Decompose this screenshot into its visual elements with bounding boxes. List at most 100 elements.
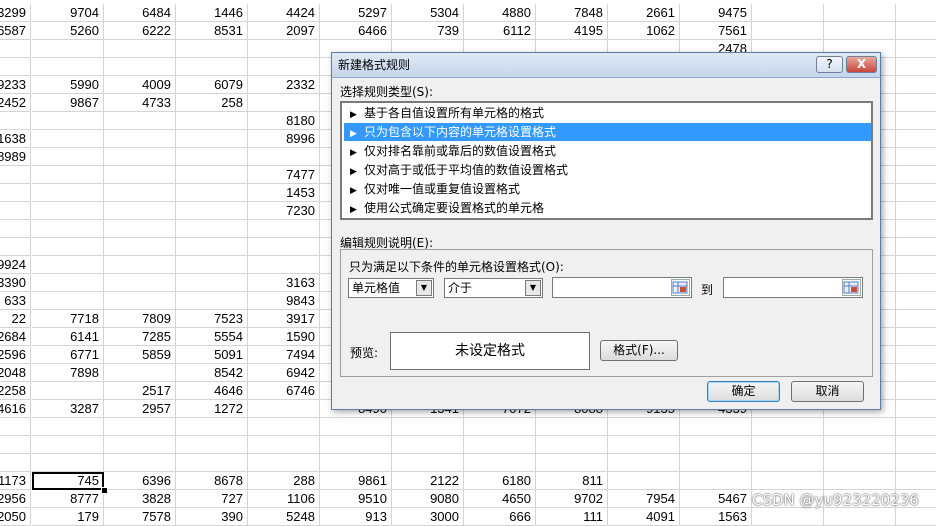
cell[interactable] bbox=[32, 238, 104, 256]
cell[interactable] bbox=[176, 58, 248, 76]
cell[interactable]: 4424 bbox=[248, 4, 320, 22]
cell[interactable] bbox=[824, 418, 896, 436]
cell-value-select[interactable]: 单元格值 ▼ bbox=[348, 278, 434, 298]
cell[interactable] bbox=[536, 454, 608, 472]
cell[interactable]: 7285 bbox=[104, 328, 176, 346]
cell[interactable] bbox=[608, 418, 680, 436]
cell[interactable] bbox=[248, 148, 320, 166]
cell[interactable] bbox=[176, 292, 248, 310]
cell[interactable] bbox=[104, 256, 176, 274]
cell[interactable]: 8531 bbox=[176, 22, 248, 40]
cell[interactable]: 666 bbox=[464, 508, 536, 526]
cell[interactable]: 3828 bbox=[104, 490, 176, 508]
cell[interactable] bbox=[464, 454, 536, 472]
cell[interactable] bbox=[824, 436, 896, 454]
cell[interactable] bbox=[104, 40, 176, 58]
cell[interactable] bbox=[0, 40, 31, 58]
cell[interactable]: 8996 bbox=[248, 130, 320, 148]
cell[interactable]: 5304 bbox=[392, 4, 464, 22]
cell[interactable] bbox=[32, 436, 104, 454]
cell[interactable]: 9867 bbox=[32, 94, 104, 112]
cell[interactable] bbox=[824, 22, 896, 40]
cell[interactable] bbox=[0, 202, 31, 220]
cell[interactable] bbox=[896, 292, 936, 310]
cell[interactable]: 6396 bbox=[104, 472, 176, 490]
cell[interactable] bbox=[320, 454, 392, 472]
cell[interactable] bbox=[608, 454, 680, 472]
cell[interactable] bbox=[464, 418, 536, 436]
cell[interactable]: 9704 bbox=[32, 4, 104, 22]
cell[interactable]: 258 bbox=[176, 94, 248, 112]
cell[interactable] bbox=[896, 148, 936, 166]
cell[interactable] bbox=[320, 418, 392, 436]
cell[interactable] bbox=[896, 112, 936, 130]
cell[interactable] bbox=[896, 274, 936, 292]
cell[interactable]: 7561 bbox=[680, 22, 752, 40]
cell[interactable] bbox=[824, 454, 896, 472]
cell[interactable] bbox=[248, 454, 320, 472]
cell[interactable]: 3390 bbox=[0, 274, 31, 292]
cell[interactable] bbox=[752, 418, 824, 436]
cell[interactable] bbox=[896, 58, 936, 76]
cell[interactable] bbox=[896, 472, 936, 490]
cell[interactable] bbox=[896, 418, 936, 436]
cell[interactable] bbox=[248, 58, 320, 76]
cell[interactable]: 2452 bbox=[0, 94, 31, 112]
cell[interactable] bbox=[680, 454, 752, 472]
max-value-input[interactable] bbox=[723, 277, 863, 298]
cell[interactable] bbox=[0, 454, 31, 472]
cell[interactable]: 2661 bbox=[608, 4, 680, 22]
cell[interactable] bbox=[32, 112, 104, 130]
range-select-icon[interactable] bbox=[842, 279, 861, 296]
cell[interactable] bbox=[896, 94, 936, 112]
cell[interactable] bbox=[176, 166, 248, 184]
cell[interactable] bbox=[248, 220, 320, 238]
cell[interactable] bbox=[32, 418, 104, 436]
cell[interactable] bbox=[608, 472, 680, 490]
cell[interactable] bbox=[176, 148, 248, 166]
cell[interactable]: 8777 bbox=[32, 490, 104, 508]
cell[interactable]: 1453 bbox=[248, 184, 320, 202]
cell[interactable]: 6180 bbox=[464, 472, 536, 490]
cell[interactable] bbox=[104, 166, 176, 184]
cell[interactable] bbox=[104, 112, 176, 130]
cell[interactable]: 9861 bbox=[320, 472, 392, 490]
cell[interactable] bbox=[176, 112, 248, 130]
cell[interactable] bbox=[32, 58, 104, 76]
cell[interactable]: 7848 bbox=[536, 4, 608, 22]
cell[interactable] bbox=[896, 238, 936, 256]
cell[interactable]: 8989 bbox=[0, 148, 31, 166]
cell[interactable] bbox=[392, 454, 464, 472]
cell[interactable]: 9702 bbox=[536, 490, 608, 508]
close-button[interactable]: X bbox=[846, 56, 877, 73]
cell[interactable]: 5260 bbox=[32, 22, 104, 40]
cell[interactable]: 5467 bbox=[680, 490, 752, 508]
cell[interactable]: 2122 bbox=[392, 472, 464, 490]
cell[interactable] bbox=[104, 364, 176, 382]
cell[interactable] bbox=[320, 436, 392, 454]
cell[interactable]: 6112 bbox=[464, 22, 536, 40]
cell[interactable]: 2050 bbox=[0, 508, 31, 526]
cell[interactable]: 1106 bbox=[248, 490, 320, 508]
cell[interactable] bbox=[104, 238, 176, 256]
cell[interactable] bbox=[0, 184, 31, 202]
cell[interactable] bbox=[896, 22, 936, 40]
cell[interactable]: 5248 bbox=[248, 508, 320, 526]
cell[interactable] bbox=[896, 454, 936, 472]
cell[interactable] bbox=[896, 4, 936, 22]
cell[interactable]: 179 bbox=[32, 508, 104, 526]
cell[interactable] bbox=[104, 202, 176, 220]
cell[interactable] bbox=[896, 310, 936, 328]
cell[interactable]: 7494 bbox=[248, 346, 320, 364]
cell[interactable]: 3299 bbox=[0, 4, 31, 22]
cell[interactable] bbox=[752, 508, 824, 526]
dialog-titlebar[interactable]: 新建格式规则 ? X bbox=[332, 53, 880, 78]
cell[interactable]: 4195 bbox=[536, 22, 608, 40]
cell[interactable] bbox=[392, 436, 464, 454]
cell[interactable] bbox=[392, 418, 464, 436]
cell[interactable] bbox=[32, 256, 104, 274]
cell[interactable] bbox=[896, 256, 936, 274]
cell[interactable] bbox=[752, 454, 824, 472]
cell[interactable]: 5297 bbox=[320, 4, 392, 22]
cell[interactable]: 7578 bbox=[104, 508, 176, 526]
